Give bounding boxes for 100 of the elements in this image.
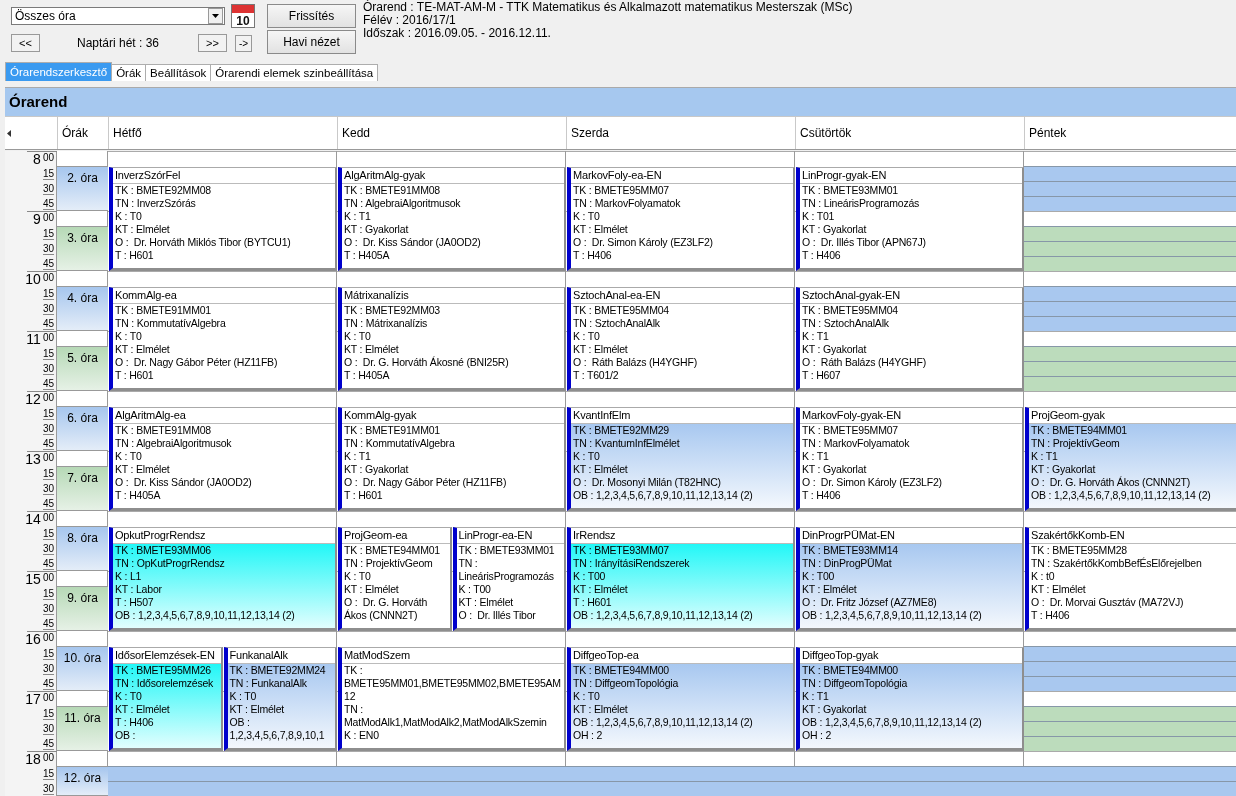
event-detail: TN : LineárisProgramozás bbox=[802, 197, 921, 210]
event-detail: O : Dr. G. Horváth Ákos (CNNN2T) bbox=[344, 596, 429, 622]
empty-slot[interactable] bbox=[1024, 166, 1236, 211]
empty-slot[interactable] bbox=[1024, 226, 1236, 271]
hours-dropdown[interactable]: Összes óra bbox=[11, 7, 225, 25]
minute-label: 00 bbox=[42, 632, 54, 643]
event-detail: K : T1 bbox=[344, 210, 372, 223]
event-detail: TN : DiffgeomTopológia bbox=[802, 677, 909, 690]
minute-label: 15 bbox=[42, 707, 54, 720]
month-view-button[interactable]: Havi nézet bbox=[267, 30, 356, 54]
event-detail: TK : BMETE95MM04 bbox=[802, 304, 899, 317]
event-detail: TK : BMETE91MM08 bbox=[115, 424, 212, 437]
event-detail: K : T0 bbox=[115, 330, 143, 343]
event-card[interactable]: OpkutProgrRendsz TK : BMETE93MM06 TN : OpKutProgrRendsz K : L1 KT : Labor T : H507 OB : 1,2,3,4,5,6,7,8,9,10,11,12,13,14 (2) bbox=[109, 527, 337, 631]
calendar-button[interactable]: 10 bbox=[231, 4, 255, 28]
scroll-left-icon[interactable] bbox=[7, 129, 12, 137]
event-card[interactable]: MarkovFoly-ea-EN TK : BMETE95MM07 TN : MarkovFolyamatok K : T0 KT : Elmélet O : Dr. Simon Károly (EZ3LF2) T : H406 bbox=[567, 167, 795, 271]
event-detail: KT : Elmélet bbox=[573, 343, 629, 356]
event-card[interactable]: DiffgeoTop-gyak TK : BMETE94MM00 TN : DiffgeomTopológia K : T1 KT : Gyakorlat OB : 1,2,3,4,5,6,7,8,9,10,11,12,13,14 (2) OH : 2 bbox=[796, 647, 1024, 751]
event-card[interactable]: LinProgr-ea-EN TK : BMETE93MM01 TN : LineárisProgramozás K : T00 KT : Elmélet O : Dr. Illés Tibor bbox=[452, 527, 566, 631]
event-detail: K : T0 bbox=[229, 690, 258, 703]
event-title: SzakértőkKomb-EN bbox=[1029, 528, 1236, 544]
event-detail: T : H507 bbox=[115, 596, 155, 609]
minute-label: 00 bbox=[42, 692, 54, 703]
event-detail: TK : BMETE91MM01 bbox=[344, 424, 441, 437]
period-label: 12. óra bbox=[57, 766, 108, 796]
next-week-button[interactable]: >> bbox=[198, 34, 227, 52]
minute-label: 45 bbox=[42, 257, 54, 270]
period-label: 10. óra bbox=[57, 646, 108, 691]
event-detail: K : t0 bbox=[1031, 570, 1056, 583]
event-detail: KT : Gyakorlat bbox=[344, 463, 410, 476]
event-card[interactable]: SztochAnal-ea-EN TK : BMETE95MM04 TN : SztochAnalAlk K : T0 KT : Elmélet O : Ráth Balázs (H4YGHF) T : T601/2 bbox=[567, 287, 795, 391]
event-card[interactable]: AlgAritmAlg-gyak TK : BMETE91MM08 TN : AlgebraiAlgoritmusok K : T1 KT : Gyakorlat O : Dr. Kiss Sándor (JA0OD2) T : H405A bbox=[338, 167, 566, 271]
event-card[interactable]: SzakértőkKomb-EN TK : BMETE95MM28 TN : SzakértőkKombBefÉsElőrejelben K : t0 KT : Elmélet O : Dr. Morvai Gusztáv (MA72VJ) T : H406 bbox=[1025, 527, 1236, 631]
event-detail: TN : AlgebraiAlgoritmusok bbox=[344, 197, 462, 210]
minute-label: 15 bbox=[42, 167, 54, 180]
event-card[interactable]: FunkanalAlk TK : BMETE92MM24 TN : FunkanalAlk K : T0 KT : Elmélet OB : 1,2,3,4,5,6,7,8,9,10,1 bbox=[223, 647, 337, 751]
event-detail: TK : BMETE95MM28 bbox=[1031, 544, 1128, 557]
minute-label: 00 bbox=[42, 272, 54, 283]
tab[interactable]: Órák bbox=[111, 64, 147, 81]
empty-slot[interactable] bbox=[1024, 646, 1236, 691]
event-detail: TK : BMETE93MM14 bbox=[802, 544, 899, 557]
info-line: Félév : 2016/17/1 bbox=[363, 14, 457, 27]
event-card[interactable]: InverzSzórFel TK : BMETE92MM08 TN : InverzSzórás K : T0 KT : Elmélet O : Dr. Horváth Miklós Tibor (BYTCU1) T : H601 bbox=[109, 167, 337, 271]
event-card[interactable]: IdősorElemzések-EN TK : BMETE95MM26 TN : Idősorelemzések K : T0 KT : Elmélet T : H406 OB : bbox=[109, 647, 223, 751]
minute-label: 30 bbox=[42, 182, 54, 195]
event-card[interactable]: ProjGeom-ea TK : BMETE94MM01 TN : ProjektívGeom K : T0 KT : Elmélet O : Dr. G. Horváth Ákos (CNNN2T) bbox=[338, 527, 452, 631]
event-detail: O : Dr. G. Horváth Ákosné (BNI25R) bbox=[344, 356, 510, 369]
column-header: Péntek bbox=[1024, 117, 1236, 149]
event-title: MarkovFoly-gyak-EN bbox=[800, 408, 1022, 424]
empty-slot[interactable] bbox=[1024, 706, 1236, 751]
event-title: IrRendsz bbox=[571, 528, 793, 544]
minute-label: 15 bbox=[42, 467, 54, 480]
event-detail: TK : BMETE91MM08 bbox=[344, 184, 441, 197]
event-detail: TN : ProjektívGeom bbox=[344, 557, 434, 570]
event-detail: TN : AlgebraiAlgoritmusok bbox=[115, 437, 233, 450]
empty-slot[interactable] bbox=[1024, 286, 1236, 331]
info-line: Időszak : 2016.09.05. - 2016.12.11. bbox=[363, 27, 552, 40]
event-card[interactable]: MatModSzem TK : BMETE95MM01,BMETE95MM02,BMETE95AM12 TN : MatModAlk1,MatModAlk2,MatModAlkSzemin K : EN0 bbox=[338, 647, 566, 751]
tab[interactable]: Órarendi elemek szinbeállítása bbox=[210, 64, 379, 81]
event-title: AlgAritmAlg-ea bbox=[113, 408, 335, 424]
event-detail: K : T1 bbox=[1031, 450, 1059, 463]
event-card[interactable]: ProjGeom-gyak TK : BMETE94MM01 TN : ProjektívGeom K : T1 KT : Gyakorlat O : Dr. G. Horváth Ákos (CNNN2T) OB : 1,2,3,4,5,6,7,8,9,10,11,12,13,14 (2) bbox=[1025, 407, 1236, 511]
event-card[interactable]: KommAlg-gyak TK : BMETE91MM01 TN : KommutatívAlgebra K : T1 KT : Gyakorlat O : Dr. Nagy Gábor Péter (HZ11FB) T : H601 bbox=[338, 407, 566, 511]
event-card[interactable]: DinProgrPÜMat-EN TK : BMETE93MM14 TN : DinProgPÜMat K : T00 KT : Elmélet O : Dr. Fritz József (AZ7ME8) OB : 1,2,3,4,5,6,7,8,9,10,11,12,13,14 (2) bbox=[796, 527, 1024, 631]
event-detail: TN : FunkanalAlk bbox=[229, 677, 308, 690]
hour-label: 12 bbox=[25, 392, 41, 406]
event-card[interactable]: MarkovFoly-gyak-EN TK : BMETE95MM07 TN : MarkovFolyamatok K : T1 KT : Gyakorlat O : Dr. Simon Károly (EZ3LF2) T : H406 bbox=[796, 407, 1024, 511]
event-detail: K : T0 bbox=[115, 210, 143, 223]
event-card[interactable]: LinProgr-gyak-EN TK : BMETE93MM01 TN : LineárisProgramozás K : T01 KT : Gyakorlat O : Dr. Illés Tibor (APN67J) T : H406 bbox=[796, 167, 1024, 271]
event-title: MatModSzem bbox=[342, 648, 564, 664]
event-detail: O : Dr. Nagy Gábor Péter (HZ11FB) bbox=[115, 356, 279, 369]
minute-label: 45 bbox=[42, 617, 54, 630]
event-detail: K : T0 bbox=[573, 210, 601, 223]
event-detail: TN : SzakértőkKombBefÉsElőrejelben bbox=[1031, 557, 1203, 570]
event-detail: T : H406 bbox=[115, 716, 155, 729]
event-card[interactable]: Mátrixanalízis TK : BMETE92MM03 TN : Mátrixanalízis K : T0 KT : Elmélet O : Dr. G. Horváth Ákosné (BNI25R) T : H405A bbox=[338, 287, 566, 391]
event-detail: KT : Labor bbox=[115, 583, 163, 596]
tab[interactable]: Beállítások bbox=[145, 64, 212, 81]
event-detail: TN : SztochAnalAlk bbox=[802, 317, 890, 330]
event-detail: O : Dr. Mosonyi Milán (T82HNC) bbox=[573, 476, 722, 489]
event-card[interactable]: DiffgeoTop-ea TK : BMETE94MM00 TN : DiffgeomTopológia K : T0 KT : Elmélet OB : 1,2,3,4,5,6,7,8,9,10,11,12,13,14 (2) OH : 2 bbox=[567, 647, 795, 751]
go-button[interactable]: -> bbox=[235, 34, 252, 52]
event-card[interactable]: SztochAnal-gyak-EN TK : BMETE95MM04 TN : SztochAnalAlk K : T1 KT : Gyakorlat O : Ráth Balázs (H4YGHF) T : H607 bbox=[796, 287, 1024, 391]
empty-slot[interactable] bbox=[1024, 346, 1236, 391]
event-card[interactable]: KommAlg-ea TK : BMETE91MM01 TN : KommutatívAlgebra K : T0 KT : Elmélet O : Dr. Nagy Gábor Péter (HZ11FB) T : H601 bbox=[109, 287, 337, 391]
previous-week-button[interactable]: << bbox=[11, 34, 40, 52]
event-card[interactable]: KvantInfElm TK : BMETE92MM29 TN : KvantumInfElmélet K : T0 KT : Elmélet O : Dr. Mosonyi Milán (T82HNC) OB : 1,2,3,4,5,6,7,8,9,10,11,12,13,14 (2) bbox=[567, 407, 795, 511]
event-detail: TK : BMETE92MM08 bbox=[115, 184, 212, 197]
minute-label: 30 bbox=[42, 302, 54, 315]
event-detail: TN : KommutatívAlgebra bbox=[344, 437, 456, 450]
event-card[interactable]: AlgAritmAlg-ea TK : BMETE91MM08 TN : AlgebraiAlgoritmusok K : T0 KT : Elmélet O : Dr. Kiss Sándor (JA0OD2) T : H405A bbox=[109, 407, 337, 511]
event-detail: TK : BMETE95MM07 bbox=[573, 184, 670, 197]
event-detail: K : T0 bbox=[573, 330, 601, 343]
refresh-button[interactable]: Frissítés bbox=[267, 4, 356, 28]
event-title: OpkutProgrRendsz bbox=[113, 528, 335, 544]
event-detail: TK : BMETE95MM01,BMETE95MM02,BMETE95AM12 bbox=[344, 664, 562, 703]
event-card[interactable]: IrRendsz TK : BMETE93MM07 TN : IrányításiRendszerek K : T00 KT : Elmélet T : H601 OB : 1,2,3,4,5,6,7,8,9,10,11,12,13,14 (2) bbox=[567, 527, 795, 631]
event-detail: KT : Elmélet bbox=[115, 463, 171, 476]
event-detail: TK : BMETE93MM07 bbox=[573, 544, 670, 557]
